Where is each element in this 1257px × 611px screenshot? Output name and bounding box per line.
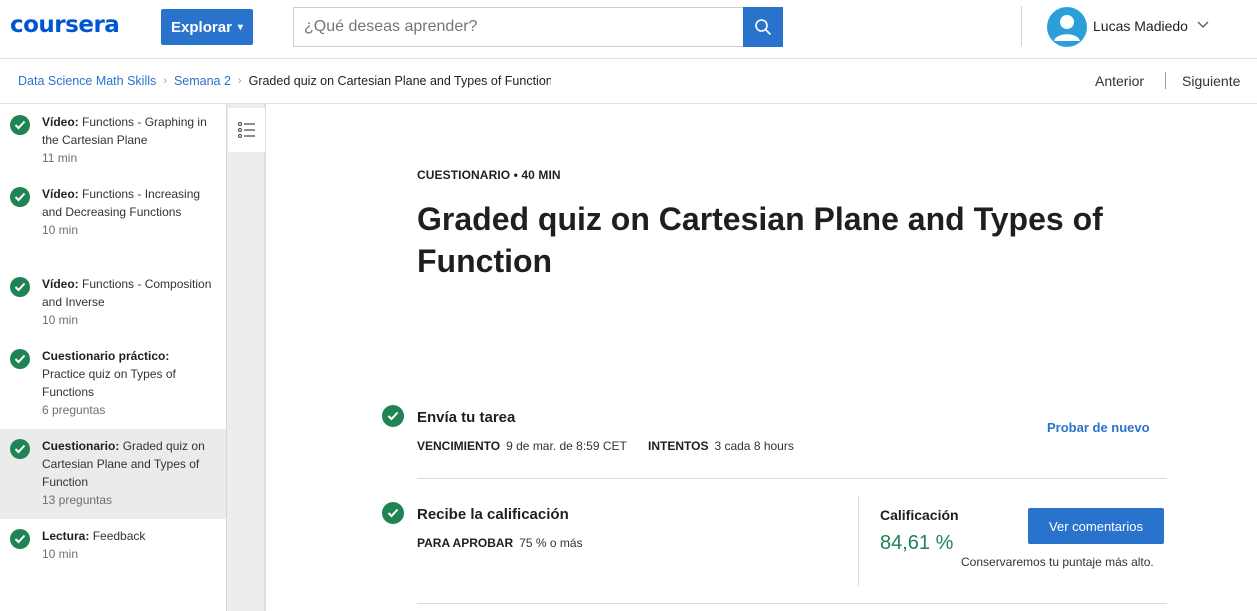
attempts-info: INTENTOS 3 cada 8 hours xyxy=(648,439,794,453)
check-circle-icon xyxy=(10,187,30,207)
item-meta: 11 min xyxy=(42,151,78,165)
breadcrumb-current: Graded quiz on Cartesian Plane and Types… xyxy=(248,74,551,88)
previous-link[interactable]: Anterior xyxy=(1095,73,1144,89)
item-type: Vídeo: xyxy=(42,115,79,129)
page-title: Graded quiz on Cartesian Plane and Types… xyxy=(417,201,1103,279)
check-circle-icon xyxy=(10,529,30,549)
due-value: 9 de mar. de 8:59 CET xyxy=(506,439,627,453)
item-title: Feedback xyxy=(92,529,146,543)
sidebar-item-composition[interactable]: Vídeo: Functions - Composition and Inver… xyxy=(0,266,226,338)
item-type: Vídeo: xyxy=(42,187,79,201)
top-header: coursera Explorar ▾ ¿Qué deseas aprender… xyxy=(0,0,1257,59)
breadcrumb-week[interactable]: Semana 2 xyxy=(174,74,231,88)
search-button[interactable] xyxy=(743,7,783,47)
grade-value: 84,61 % xyxy=(880,532,954,554)
sidebar-toggle-strip xyxy=(227,104,266,611)
retry-link[interactable]: Probar de nuevo xyxy=(1047,420,1150,435)
explore-button[interactable]: Explorar ▾ xyxy=(161,9,253,45)
divider xyxy=(417,478,1167,479)
pass-info: PARA APROBAR 75 % o más xyxy=(417,536,583,550)
avatar[interactable] xyxy=(1047,7,1087,47)
attempts-label: INTENTOS xyxy=(648,439,709,453)
item-meta: 10 min xyxy=(42,547,79,561)
due-label: VENCIMIENTO xyxy=(417,439,501,453)
nav-divider xyxy=(1165,72,1166,89)
item-type: Lectura: xyxy=(42,529,90,543)
divider xyxy=(417,603,1167,604)
chevron-down-icon: ▾ xyxy=(237,21,243,33)
search-icon xyxy=(755,19,771,35)
due-info: VENCIMIENTO 9 de mar. de 8:59 CET xyxy=(417,439,627,453)
grade-step-title: Recibe la calificación xyxy=(417,506,569,523)
header-divider xyxy=(1021,6,1022,46)
course-sidebar: Vídeo: Functions - Graphing in the Carte… xyxy=(0,104,227,611)
check-circle-icon xyxy=(10,439,30,459)
item-kicker: CUESTIONARIO • 40 MIN xyxy=(417,168,561,182)
sidebar-toggle-button[interactable] xyxy=(228,108,265,152)
next-link[interactable]: Siguiente xyxy=(1182,73,1240,89)
item-title: Practice quiz on Types of Functions xyxy=(42,367,176,399)
breadcrumb: Data Science Math Skills › Semana 2 › Gr… xyxy=(18,74,551,88)
pass-label: PARA APROBAR xyxy=(417,536,514,550)
breadcrumb-bar: Data Science Math Skills › Semana 2 › Gr… xyxy=(0,59,1257,104)
sidebar-item-increasing[interactable]: Vídeo: Functions - Increasing and Decrea… xyxy=(0,176,226,266)
check-circle-icon xyxy=(382,502,404,524)
grade-divider xyxy=(858,496,859,586)
explore-label: Explorar xyxy=(171,18,232,36)
attempts-value: 3 cada 8 hours xyxy=(714,439,794,453)
item-type: Cuestionario práctico: xyxy=(42,349,170,363)
item-meta: 13 preguntas xyxy=(42,493,113,507)
item-meta: 6 preguntas xyxy=(42,403,106,417)
breadcrumb-course[interactable]: Data Science Math Skills xyxy=(18,74,156,88)
check-circle-icon xyxy=(382,405,404,427)
check-circle-icon xyxy=(10,277,30,297)
check-circle-icon xyxy=(10,349,30,369)
user-icon xyxy=(1054,15,1080,41)
chevron-right-icon: › xyxy=(237,75,242,87)
item-meta: 10 min xyxy=(42,223,79,237)
item-type: Vídeo: xyxy=(42,277,79,291)
search-input[interactable]: ¿Qué deseas aprender? xyxy=(293,7,744,47)
view-feedback-button[interactable]: Ver comentarios xyxy=(1028,508,1164,544)
item-meta: 10 min xyxy=(42,313,79,327)
sidebar-item-practice-quiz[interactable]: Cuestionario práctico: Practice quiz on … xyxy=(0,338,226,429)
chevron-down-icon[interactable] xyxy=(1197,20,1209,30)
list-icon xyxy=(237,122,255,138)
sidebar-item-graphing[interactable]: Vídeo: Functions - Graphing in the Carte… xyxy=(0,104,226,176)
item-type: Cuestionario: xyxy=(42,439,120,453)
chevron-right-icon: › xyxy=(163,75,167,87)
coursera-logo[interactable]: coursera xyxy=(10,12,120,38)
grade-label: Calificación xyxy=(880,507,959,523)
check-circle-icon xyxy=(10,115,30,135)
pass-value: 75 % o más xyxy=(519,536,583,550)
sidebar-item-feedback[interactable]: Lectura: Feedback 10 min xyxy=(0,519,226,579)
keep-highest-note: Conservaremos tu puntaje más alto. xyxy=(961,555,1154,569)
submit-step-title: Envía tu tarea xyxy=(417,409,516,426)
sidebar-item-graded-quiz[interactable]: Cuestionario: Graded quiz on Cartesian P… xyxy=(0,429,226,519)
user-name[interactable]: Lucas Madiedo xyxy=(1093,18,1188,34)
